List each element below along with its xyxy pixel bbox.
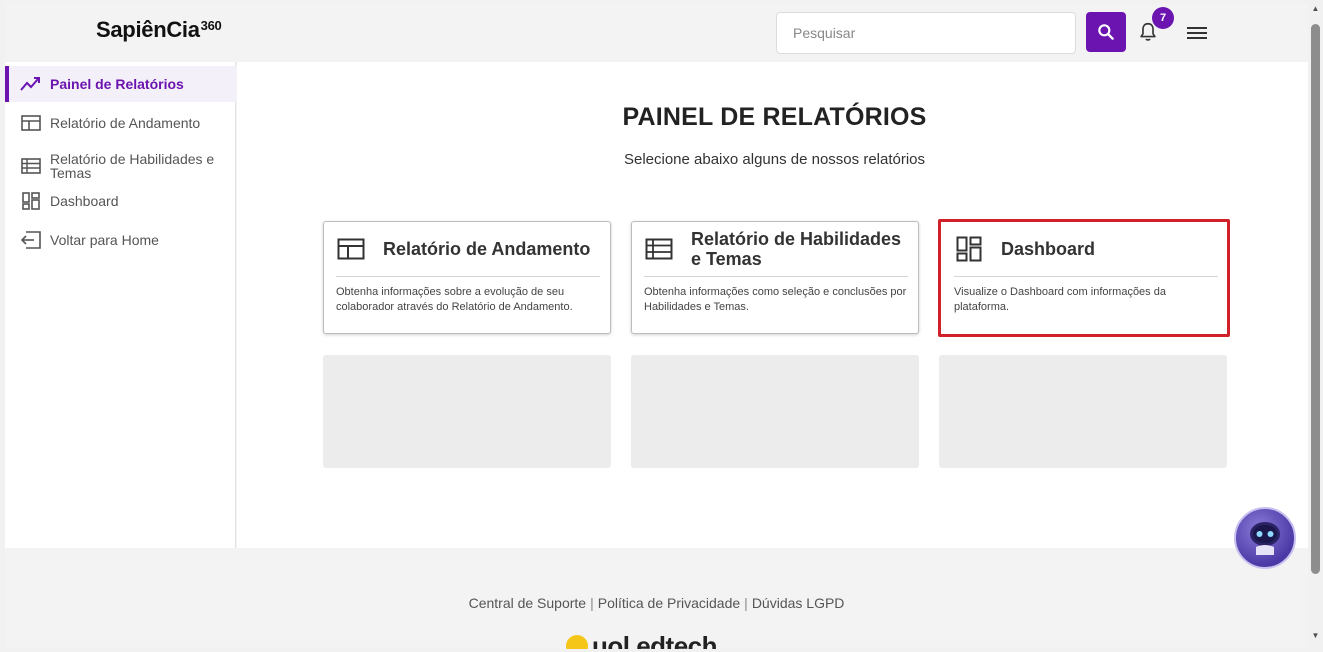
logo-dot-icon xyxy=(566,635,588,649)
top-header: SapiênCia360 7 xyxy=(5,3,1308,62)
menu-icon xyxy=(1187,27,1207,39)
search-input[interactable] xyxy=(776,12,1076,54)
sidebar-item-label: Dashboard xyxy=(50,193,119,209)
list-table-icon xyxy=(20,155,42,177)
card-header: Relatório de Habilidades e Temas xyxy=(644,222,908,277)
sidebar: Painel de Relatórios Relatório de Andame… xyxy=(5,62,236,548)
notification-badge: 7 xyxy=(1152,7,1174,29)
placeholder-card xyxy=(323,355,611,468)
search-icon xyxy=(1098,24,1114,40)
hamburger-menu-button[interactable] xyxy=(1185,21,1209,45)
sapiencia-logo[interactable]: SapiênCia360 xyxy=(96,17,222,43)
card-description: Obtenha informações sobre a evolução de … xyxy=(336,286,573,313)
sidebar-item-label: Relatório de Andamento xyxy=(50,115,201,131)
exit-arrow-icon xyxy=(20,229,42,251)
card-title: Relatório de Habilidades e Temas xyxy=(691,229,902,269)
sidebar-item-label: Painel de Relatórios xyxy=(50,76,184,92)
sidebar-item-voltar-para-home[interactable]: Voltar para Home xyxy=(5,222,236,258)
page-subtitle: Selecione abaixo alguns de nossos relató… xyxy=(623,151,926,168)
table-layout-icon xyxy=(336,234,366,264)
sidebar-item-dashboard[interactable]: Dashboard xyxy=(5,183,236,219)
trend-chart-icon xyxy=(20,73,42,95)
dashboard-icon xyxy=(20,190,42,212)
footer-link-central-de-suporte[interactable]: Central de Suporte xyxy=(469,595,587,611)
search-button[interactable] xyxy=(1086,12,1126,52)
card-header: Relatório de Andamento xyxy=(336,222,600,277)
sidebar-item-relatorio-de-habilidades[interactable]: Relatório de Habilidades e Temas xyxy=(5,146,236,186)
card-title: Dashboard xyxy=(1001,239,1096,259)
footer-link-politica-de-privacidade[interactable]: Política de Privacidade xyxy=(598,595,740,611)
card-description: Obtenha informações como seleção e concl… xyxy=(644,286,907,313)
card-dashboard[interactable]: Dashboard Visualize o Dashboard com info… xyxy=(938,219,1230,337)
app-window: SapiênCia360 7 Painel de Relatórios Rela… xyxy=(5,3,1308,649)
uol-edtech-logo: uol edtech xyxy=(566,631,718,649)
dashboard-icon xyxy=(954,234,984,264)
sidebar-item-relatorio-de-andamento[interactable]: Relatório de Andamento xyxy=(5,105,236,141)
card-description: Visualize o Dashboard com informações da… xyxy=(954,286,1166,313)
table-layout-icon xyxy=(20,112,42,134)
sidebar-item-painel-de-relatorios[interactable]: Painel de Relatórios xyxy=(5,66,236,102)
scroll-up-arrow-icon[interactable]: ▲ xyxy=(1311,4,1320,13)
page-title: PAINEL DE RELATÓRIOS xyxy=(622,103,927,131)
robot-icon xyxy=(1250,522,1280,555)
footer-links: Central de Suporte | Política de Privacida… xyxy=(5,595,1308,611)
chatbot-button[interactable] xyxy=(1234,507,1296,569)
card-relatorio-de-andamento[interactable]: Relatório de Andamento Obtenha informaçõ… xyxy=(323,221,611,334)
vertical-scrollbar[interactable]: ▲ ▼ xyxy=(1308,0,1323,652)
main-content: PAINEL DE RELATÓRIOS Selecione abaixo al… xyxy=(237,62,1308,548)
footer-separator: | xyxy=(590,595,594,611)
placeholder-card xyxy=(939,355,1227,468)
card-relatorio-de-habilidades[interactable]: Relatório de Habilidades e Temas Obtenha… xyxy=(631,221,919,334)
footer: Central de Suporte | Política de Privacida… xyxy=(5,548,1308,649)
footer-link-duvidas-lgpd[interactable]: Dúvidas LGPD xyxy=(752,595,845,611)
sidebar-item-label: Voltar para Home xyxy=(50,232,159,248)
card-header: Dashboard xyxy=(954,222,1218,277)
list-table-icon xyxy=(644,234,674,264)
footer-separator: | xyxy=(744,595,748,611)
placeholder-card xyxy=(631,355,919,468)
card-title: Relatório de Andamento xyxy=(383,239,591,259)
scroll-thumb[interactable] xyxy=(1311,24,1320,574)
scroll-down-arrow-icon[interactable]: ▼ xyxy=(1311,631,1320,640)
sidebar-item-label: Relatório de Habilidades e Temas xyxy=(50,151,215,181)
